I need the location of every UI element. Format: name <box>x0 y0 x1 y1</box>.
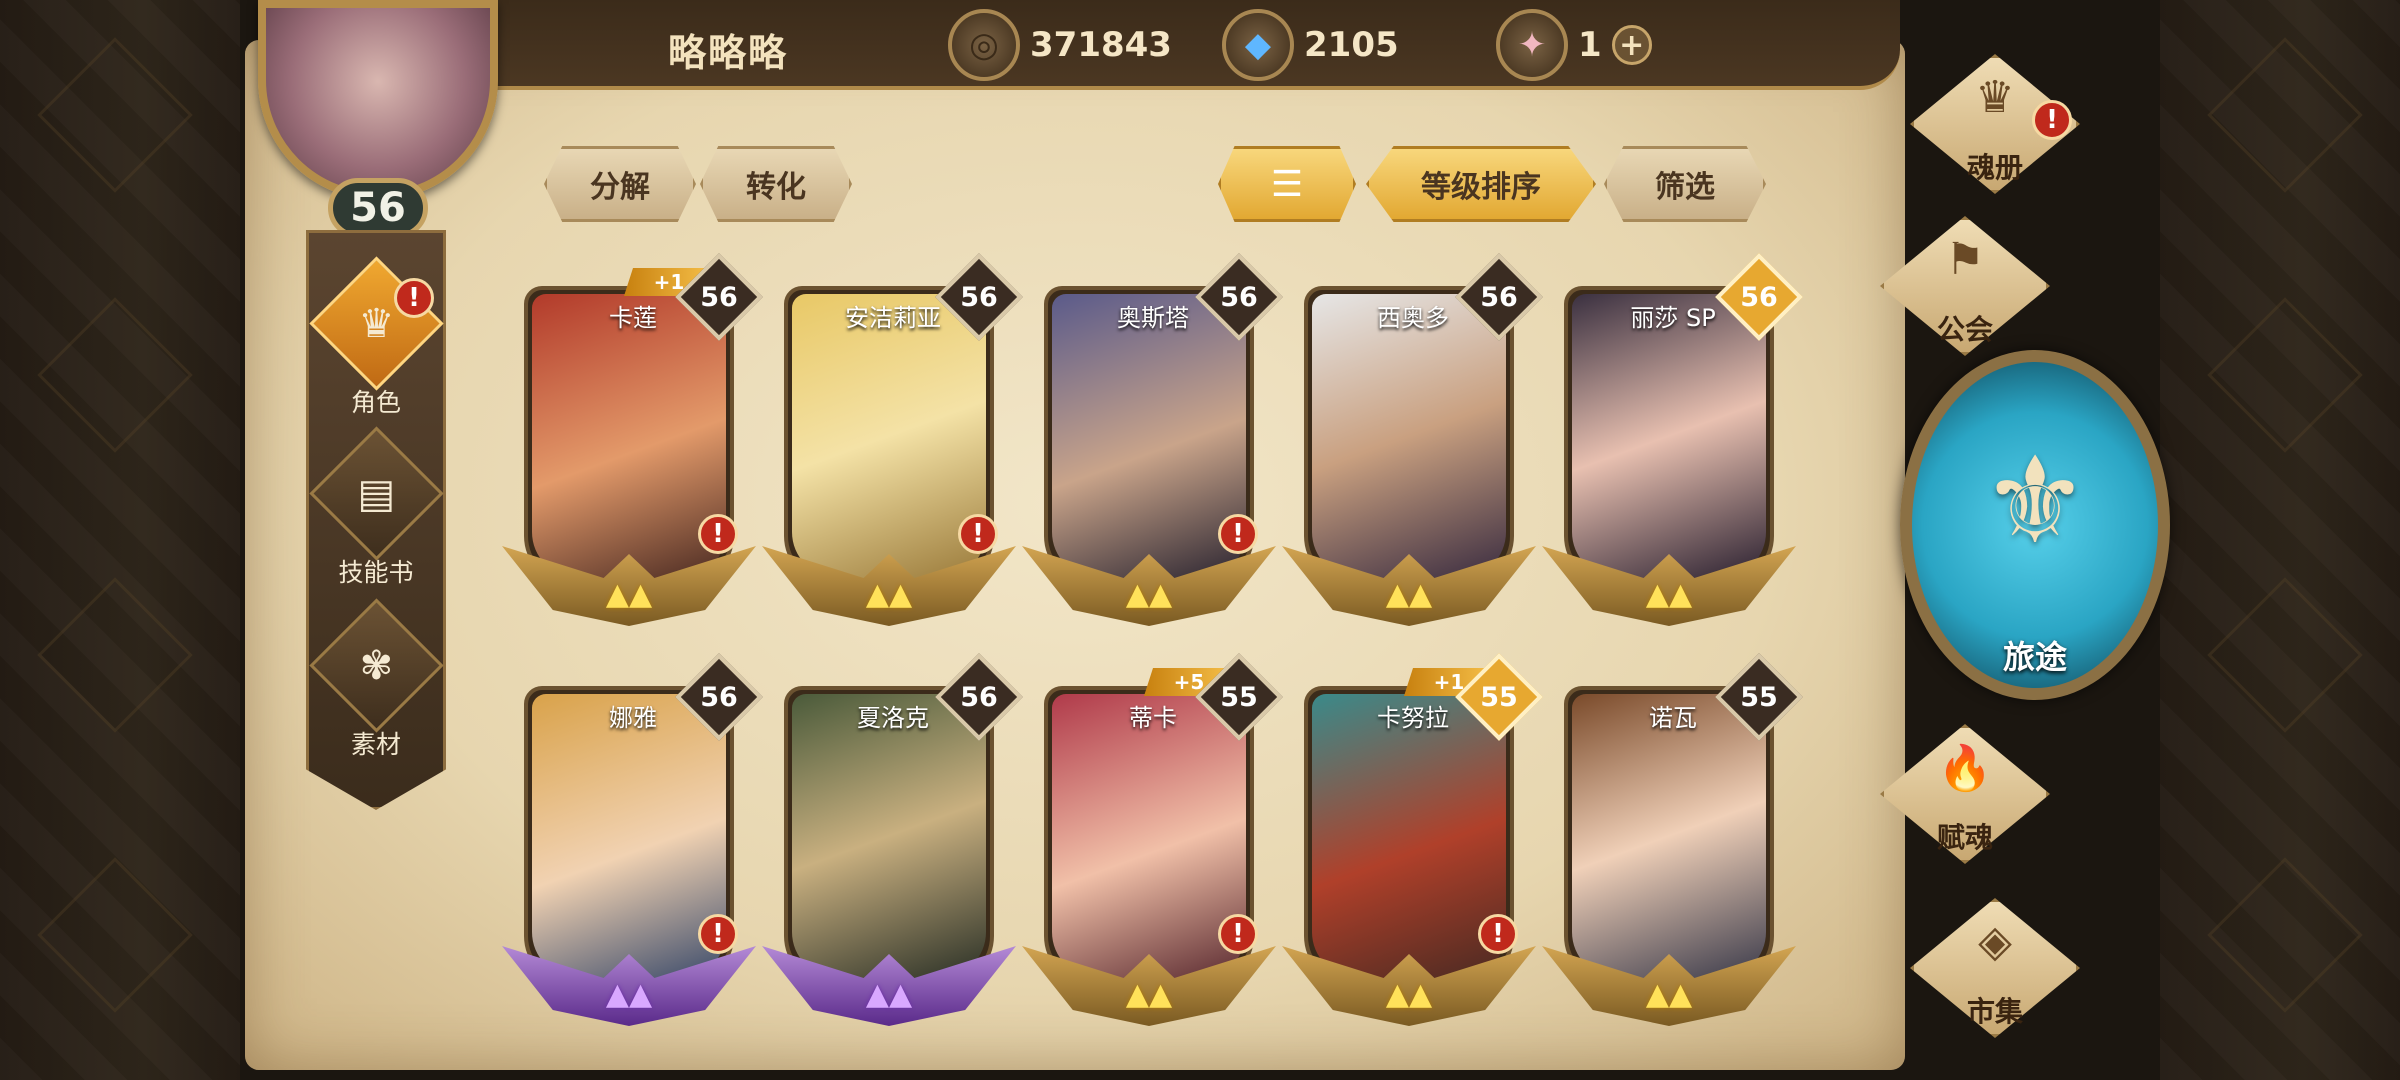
rank-stars-icon: ▲▲ <box>1645 576 1693 612</box>
character-icon: ♛ <box>358 300 394 347</box>
rank-stars-icon: ▲▲ <box>865 576 913 612</box>
card-alert-icon: ! <box>958 514 998 554</box>
character-card[interactable]: 蒂卡 +5 55 ▲▲ ! <box>1022 653 1283 1026</box>
market-gem-icon: ◈ <box>1978 916 2012 967</box>
blue-crystal-icon: ◆ <box>1222 9 1294 81</box>
character-card[interactable]: 丽莎 SP 56 ▲▲ <box>1542 253 1803 626</box>
crystal-resource: ◆ 2105 <box>1222 9 1399 81</box>
character-portrait <box>1312 294 1506 578</box>
card-alert-icon: ! <box>1218 514 1258 554</box>
guild-label: 公会 <box>1936 313 1993 346</box>
character-level: 56 <box>1220 281 1258 313</box>
character-card[interactable]: 夏洛克 56 ▲▲ <box>762 653 1023 1026</box>
gold-value: 371843 <box>1030 25 1172 65</box>
rank-stars-icon: ▲▲ <box>865 976 913 1012</box>
rank-stars-icon: ▲▲ <box>1385 576 1433 612</box>
guild-button[interactable]: ⚑ 公会 <box>1850 216 2070 366</box>
character-level: 55 <box>1480 681 1518 713</box>
gem-value: 1 <box>1578 25 1602 65</box>
character-portrait <box>1572 294 1766 578</box>
sort-order-button[interactable]: ☰ <box>1218 146 1356 222</box>
soul-flame-icon: 🔥 <box>1937 743 1993 794</box>
character-level: 56 <box>1740 281 1778 313</box>
character-level: 56 <box>960 281 998 313</box>
gem-resource: ✦ 1 + <box>1496 9 1652 81</box>
left-decor-panel <box>0 0 240 1080</box>
gold-resource: ◎ 371843 <box>948 9 1172 81</box>
character-card[interactable]: 西奥多 56 ▲▲ <box>1282 253 1543 626</box>
gold-coin-icon: ◎ <box>948 9 1020 81</box>
rank-stars-icon: ▲▲ <box>1125 976 1173 1012</box>
character-card[interactable]: 卡努拉 +1 55 ▲▲ ! <box>1282 653 1543 1026</box>
rank-stars-icon: ▲▲ <box>1645 976 1693 1012</box>
filter-button[interactable]: 筛选 <box>1604 146 1766 222</box>
rank-stars-icon: ▲▲ <box>1125 576 1173 612</box>
rank-stars-icon: ▲▲ <box>605 976 653 1012</box>
character-card[interactable]: 卡莲 +1 56 ▲▲ ! <box>502 253 763 626</box>
material-icon: ✾ <box>359 642 393 689</box>
rank-stars-icon: ▲▲ <box>605 576 653 612</box>
character-level: 56 <box>700 681 738 713</box>
market-label: 市集 <box>1966 995 2023 1028</box>
character-portrait <box>792 694 986 978</box>
character-portrait <box>1312 694 1506 978</box>
decompose-button[interactable]: 分解 <box>544 146 696 222</box>
card-alert-icon: ! <box>1478 914 1518 954</box>
market-button[interactable]: ◈ 市集 <box>1880 898 2100 1048</box>
character-level: 56 <box>700 281 738 313</box>
soul-book-alert-icon: ! <box>2032 100 2072 140</box>
journey-emblem-icon: ⚜ <box>1981 432 2089 571</box>
character-portrait <box>792 294 986 578</box>
character-portrait <box>532 694 726 978</box>
soul-book-icon: ♛ <box>1975 72 2015 123</box>
soul-book-label: 魂册 <box>1966 151 2023 184</box>
card-alert-icon: ! <box>698 914 738 954</box>
add-gem-button[interactable]: + <box>1611 25 1652 65</box>
sort-icon: ☰ <box>1270 163 1304 205</box>
rank-stars-icon: ▲▲ <box>1385 976 1433 1012</box>
character-alert-icon: ! <box>394 278 434 318</box>
skill-book-icon: ▤ <box>357 470 395 517</box>
pink-gem-icon: ✦ <box>1496 9 1568 81</box>
convert-button[interactable]: 转化 <box>700 146 852 222</box>
character-card[interactable]: 安洁莉亚 56 ▲▲ ! <box>762 253 1023 626</box>
card-alert-icon: ! <box>698 514 738 554</box>
journey-button[interactable]: ⚜ 旅途 <box>1900 350 2170 700</box>
character-level: 55 <box>1220 681 1258 713</box>
character-card[interactable]: 娜雅 56 ▲▲ ! <box>502 653 763 1026</box>
nav-item-skill-book[interactable]: ▤ 技能书 <box>306 426 446 592</box>
soul-grant-button[interactable]: 🔥 赋魂 <box>1850 724 2070 874</box>
journey-label: 旅途 <box>2002 638 2067 676</box>
character-level: 55 <box>1740 681 1778 713</box>
crystal-value: 2105 <box>1304 25 1399 65</box>
character-card[interactable]: 诺瓦 55 ▲▲ <box>1542 653 1803 1026</box>
card-alert-icon: ! <box>1218 914 1258 954</box>
player-name: 略略略 <box>668 31 789 75</box>
character-portrait <box>1052 294 1246 578</box>
character-portrait <box>532 294 726 578</box>
sort-by-level-button[interactable]: 等级排序 <box>1366 146 1596 222</box>
character-level: 56 <box>960 681 998 713</box>
soul-grant-label: 赋魂 <box>1936 821 1993 854</box>
character-card[interactable]: 奥斯塔 56 ▲▲ ! <box>1022 253 1283 626</box>
player-level-badge: 56 <box>328 178 428 238</box>
right-decor-panel <box>2160 0 2400 1080</box>
character-portrait <box>1052 694 1246 978</box>
character-portrait <box>1572 694 1766 978</box>
nav-item-material[interactable]: ✾ 素材 <box>306 598 446 764</box>
guild-icon: ⚑ <box>1945 234 1985 285</box>
character-level: 56 <box>1480 281 1518 313</box>
